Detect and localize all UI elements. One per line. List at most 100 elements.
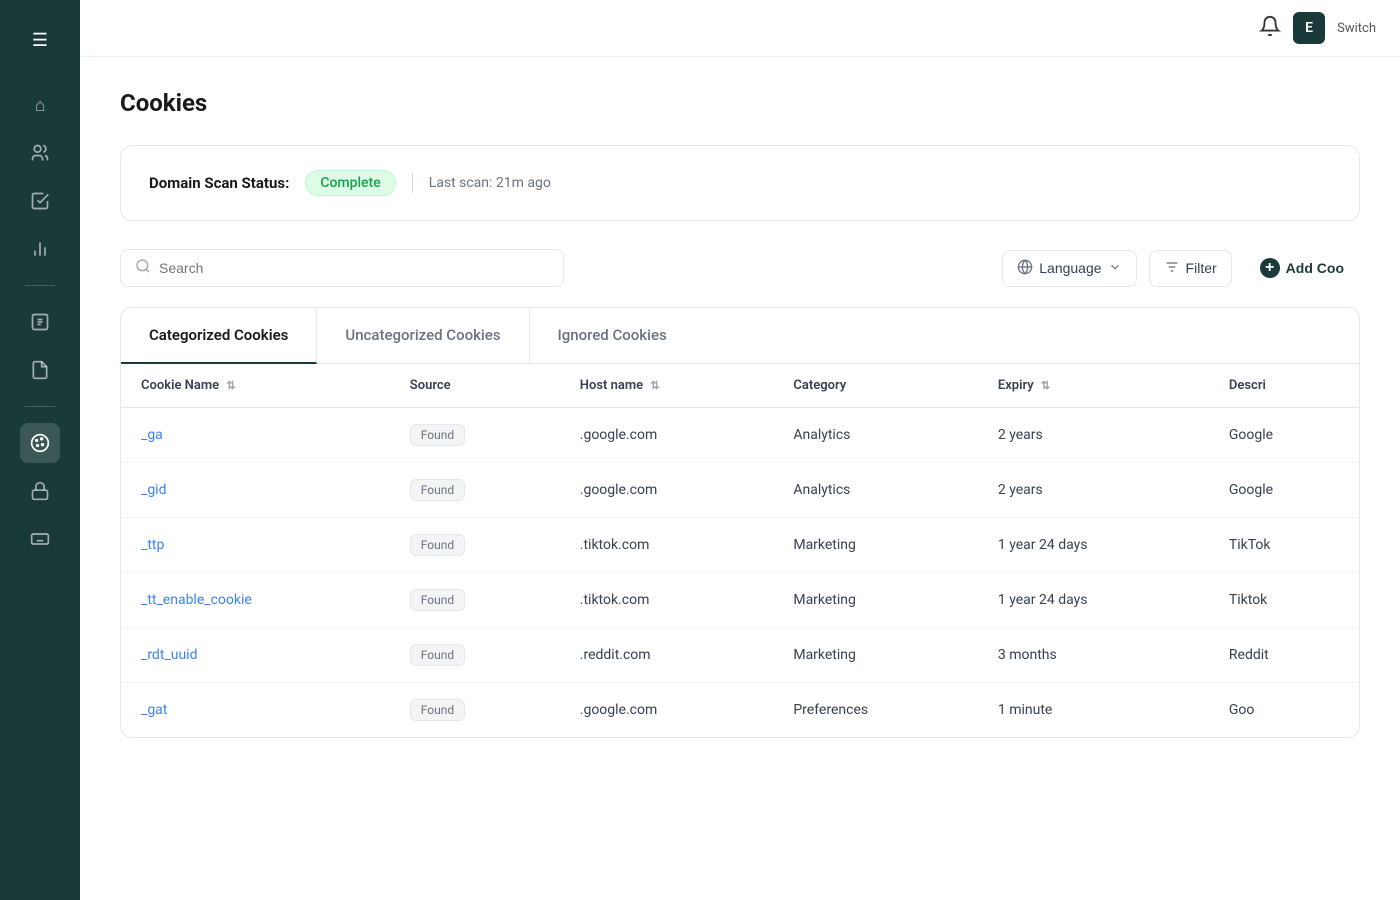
cookie-link[interactable]: _gat [141, 702, 167, 718]
source-badge: Found [410, 589, 465, 611]
cookie-expiry-cell: 3 months [978, 628, 1209, 683]
notification-bell[interactable] [1259, 15, 1281, 42]
table-row: _rdt_uuid Found .reddit.com Marketing 3 … [121, 628, 1359, 683]
col-header-source: Source [390, 364, 560, 408]
cookie-source-cell: Found [390, 518, 560, 573]
sidebar-item-cookies[interactable] [20, 423, 60, 463]
sidebar-divider-2 [25, 406, 55, 407]
last-scan-time: Last scan: 21m ago [429, 175, 551, 191]
sidebar-item-list[interactable] [20, 302, 60, 342]
main-content: E Switch Cookies Domain Scan Status: Com… [80, 0, 1400, 900]
domain-scan-card: Domain Scan Status: Complete Last scan: … [120, 145, 1360, 221]
cookie-hostname-cell: .google.com [560, 463, 774, 518]
plus-icon: + [1260, 258, 1280, 278]
cookie-hostname-cell: .tiktok.com [560, 518, 774, 573]
cookie-source-cell: Found [390, 573, 560, 628]
sort-icon-name: ⇅ [226, 379, 235, 392]
cookie-hostname-cell: .reddit.com [560, 628, 774, 683]
status-divider [412, 173, 413, 193]
language-button[interactable]: Language [1002, 250, 1136, 287]
sidebar-item-users[interactable] [20, 133, 60, 173]
globe-icon [1017, 259, 1033, 278]
source-badge: Found [410, 479, 465, 501]
sidebar-item-analytics[interactable] [20, 229, 60, 269]
table-row: _ga Found .google.com Analytics 2 years … [121, 408, 1359, 463]
cookie-name-cell[interactable]: _gid [121, 463, 390, 518]
source-badge: Found [410, 424, 465, 446]
cookie-description-cell: Reddit [1209, 628, 1359, 683]
add-cookie-label: Add Coo [1286, 260, 1344, 276]
cookie-name-cell[interactable]: _tt_enable_cookie [121, 573, 390, 628]
tab-uncategorized[interactable]: Uncategorized Cookies [317, 308, 529, 364]
cookie-expiry-cell: 1 year 24 days [978, 518, 1209, 573]
sidebar-divider [25, 285, 55, 286]
cookie-link[interactable]: _ga [141, 427, 163, 443]
domain-scan-label: Domain Scan Status: [149, 174, 289, 192]
sidebar-item-document[interactable] [20, 350, 60, 390]
table-row: _tt_enable_cookie Found .tiktok.com Mark… [121, 573, 1359, 628]
cookie-category-cell: Preferences [773, 683, 978, 738]
language-label: Language [1039, 260, 1101, 276]
cookie-category-cell: Marketing [773, 573, 978, 628]
cookie-description-cell: Goo [1209, 683, 1359, 738]
search-box[interactable] [120, 249, 564, 287]
table-row: _gid Found .google.com Analytics 2 years… [121, 463, 1359, 518]
table-row: _ttp Found .tiktok.com Marketing 1 year … [121, 518, 1359, 573]
chevron-down-icon [1108, 260, 1122, 277]
cookie-description-cell: Tiktok [1209, 573, 1359, 628]
cookie-link[interactable]: _tt_enable_cookie [141, 592, 252, 608]
cookie-source-cell: Found [390, 628, 560, 683]
cookie-hostname-cell: .google.com [560, 683, 774, 738]
sort-icon-expiry: ⇅ [1041, 379, 1050, 392]
cookie-description-cell: Google [1209, 463, 1359, 518]
cookie-link[interactable]: _gid [141, 482, 166, 498]
cookie-category-cell: Analytics [773, 408, 978, 463]
col-header-hostname[interactable]: Host name ⇅ [560, 364, 774, 408]
col-header-name[interactable]: Cookie Name ⇅ [121, 364, 390, 408]
cookie-link[interactable]: _rdt_uuid [141, 647, 197, 663]
sidebar-item-keyboard[interactable] [20, 519, 60, 559]
cookie-expiry-cell: 2 years [978, 408, 1209, 463]
search-icon [135, 258, 151, 278]
table-row: _gat Found .google.com Preferences 1 min… [121, 683, 1359, 738]
source-badge: Found [410, 644, 465, 666]
hamburger-menu[interactable]: ☰ [22, 20, 58, 61]
sidebar: ☰ ⌂ [0, 0, 80, 900]
cookie-category-cell: Marketing [773, 518, 978, 573]
sidebar-item-tasks[interactable] [20, 181, 60, 221]
page-title: Cookies [120, 89, 1360, 117]
cookie-source-cell: Found [390, 683, 560, 738]
user-switch-label[interactable]: Switch [1337, 21, 1376, 36]
source-badge: Found [410, 699, 465, 721]
user-avatar[interactable]: E [1293, 12, 1325, 44]
sidebar-item-lock[interactable] [20, 471, 60, 511]
toolbar: Language Filter + Add Coo [120, 249, 1360, 287]
source-badge: Found [410, 534, 465, 556]
scan-status-badge: Complete [305, 170, 395, 196]
cookie-name-cell[interactable]: _rdt_uuid [121, 628, 390, 683]
cookie-expiry-cell: 1 minute [978, 683, 1209, 738]
cookie-name-cell[interactable]: _gat [121, 683, 390, 738]
cookie-source-cell: Found [390, 408, 560, 463]
tab-ignored[interactable]: Ignored Cookies [530, 308, 695, 364]
col-header-expiry[interactable]: Expiry ⇅ [978, 364, 1209, 408]
col-header-description: Descri [1209, 364, 1359, 408]
cookie-category-cell: Marketing [773, 628, 978, 683]
cookie-category-cell: Analytics [773, 463, 978, 518]
col-header-category: Category [773, 364, 978, 408]
filter-button[interactable]: Filter [1149, 250, 1232, 287]
cookie-hostname-cell: .google.com [560, 408, 774, 463]
cookie-link[interactable]: _ttp [141, 537, 164, 553]
header: E Switch [80, 0, 1400, 57]
sidebar-item-home[interactable]: ⌂ [20, 85, 60, 125]
filter-label: Filter [1186, 260, 1217, 276]
add-cookie-button[interactable]: + Add Coo [1244, 250, 1360, 286]
cookie-description-cell: Google [1209, 408, 1359, 463]
cookies-tabs: Categorized Cookies Uncategorized Cookie… [121, 308, 1359, 364]
cookie-name-cell[interactable]: _ga [121, 408, 390, 463]
cookie-expiry-cell: 1 year 24 days [978, 573, 1209, 628]
cookie-expiry-cell: 2 years [978, 463, 1209, 518]
tab-categorized[interactable]: Categorized Cookies [121, 308, 317, 364]
search-input[interactable] [159, 260, 549, 276]
cookie-name-cell[interactable]: _ttp [121, 518, 390, 573]
